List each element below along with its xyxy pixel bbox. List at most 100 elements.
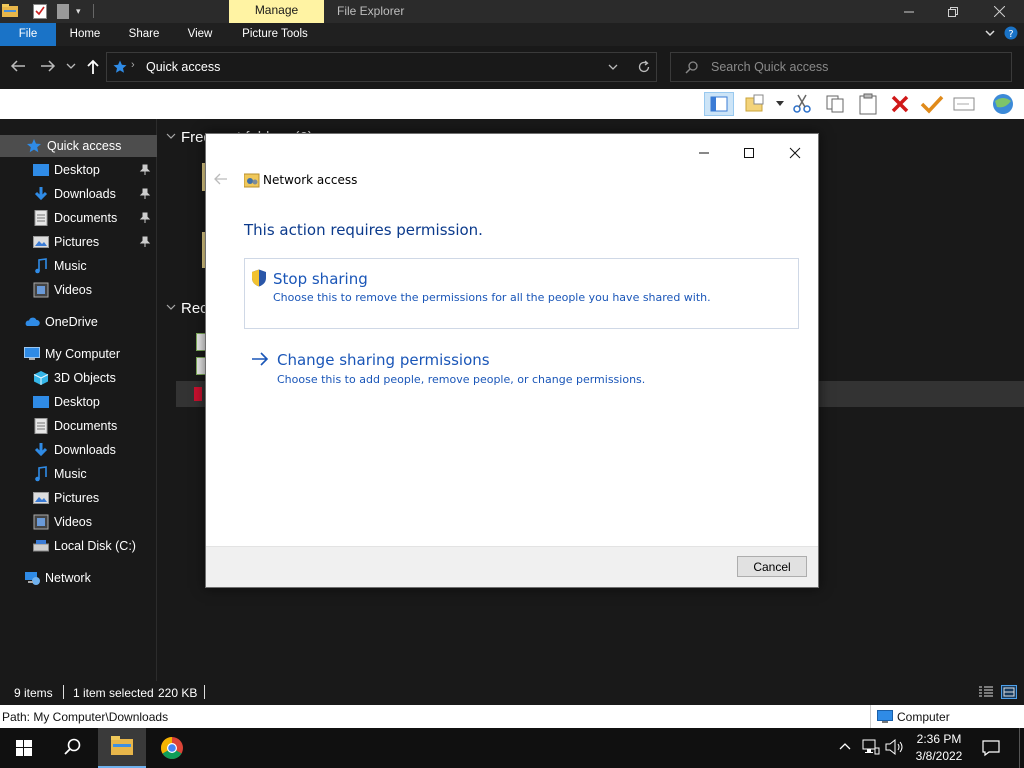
notification-icon[interactable]	[982, 739, 1000, 757]
copy-icon[interactable]	[825, 94, 845, 114]
delete-icon[interactable]	[890, 94, 910, 114]
nav-item-pictures-pc[interactable]: Pictures	[0, 487, 157, 509]
tab-share[interactable]: Share	[122, 23, 166, 46]
refresh-icon[interactable]	[637, 60, 651, 74]
separator	[204, 685, 205, 699]
search-taskbar-button[interactable]	[48, 728, 96, 768]
cube-icon	[33, 371, 49, 385]
download-icon	[34, 443, 48, 457]
new-folder-dropdown-icon[interactable]	[776, 101, 784, 107]
back-icon[interactable]	[10, 59, 26, 73]
minimize-button[interactable]	[886, 0, 932, 23]
properties-icon[interactable]	[33, 4, 47, 19]
nav-item-music[interactable]: Music	[0, 255, 157, 277]
chrome-taskbar-button[interactable]	[148, 728, 196, 768]
properties-globe-icon[interactable]	[991, 93, 1015, 115]
dialog-maximize-button[interactable]	[737, 143, 761, 163]
nav-item-downloads[interactable]: Downloads	[0, 183, 157, 205]
recent-files-heading[interactable]: Rec	[181, 300, 208, 317]
change-sharing-title[interactable]: Change sharing permissions	[277, 351, 490, 369]
new-folder-toolbar-icon[interactable]	[745, 94, 765, 114]
cancel-button[interactable]: Cancel	[737, 556, 807, 577]
zone-label: Computer	[897, 710, 950, 724]
taskbar: 2:36 PM 3/8/2022	[0, 728, 1024, 768]
dialog-back-icon[interactable]	[214, 173, 228, 185]
address-dropdown-icon[interactable]	[608, 63, 618, 71]
status-bar: 9 items 1 item selected 220 KB	[0, 681, 1024, 705]
computer-icon	[877, 710, 893, 724]
dialog-footer	[206, 546, 818, 587]
tab-home[interactable]: Home	[62, 23, 108, 46]
nav-item-onedrive[interactable]: OneDrive	[0, 311, 157, 333]
nav-item-downloads-pc[interactable]: Downloads	[0, 439, 157, 461]
minimize-icon	[699, 152, 709, 154]
nav-item-quick-access[interactable]: Quick access	[0, 135, 157, 157]
nav-item-my-computer[interactable]: My Computer	[0, 343, 157, 365]
arrow-right-icon	[251, 352, 269, 366]
up-icon[interactable]	[86, 59, 100, 75]
close-button[interactable]	[976, 0, 1022, 23]
nav-item-local-disk[interactable]: Local Disk (C:)	[0, 535, 157, 557]
check-icon[interactable]	[920, 94, 944, 114]
nav-item-network[interactable]: Network	[0, 567, 157, 589]
details-view-icon[interactable]	[979, 686, 993, 698]
search-icon	[64, 738, 81, 755]
dialog-minimize-button[interactable]	[692, 143, 716, 163]
stop-sharing-option[interactable]: Stop sharing Choose this to remove the p…	[244, 258, 799, 329]
quick-toolbar	[0, 89, 1024, 119]
show-hidden-icons-icon[interactable]	[838, 741, 852, 751]
tab-manage[interactable]: Manage	[229, 0, 324, 23]
change-sharing-option[interactable]: Change sharing permissions Choose this t…	[244, 344, 799, 392]
dialog-close-button[interactable]	[783, 143, 807, 163]
nav-item-pictures[interactable]: Pictures	[0, 231, 157, 253]
nav-item-documents[interactable]: Documents	[0, 207, 157, 229]
customize-qat-icon[interactable]: ▾	[76, 6, 81, 17]
search-icon	[685, 61, 698, 74]
start-button[interactable]	[0, 728, 48, 768]
videos-icon	[33, 514, 49, 530]
nav-item-documents-pc[interactable]: Documents	[0, 415, 157, 437]
nav-item-music-pc[interactable]: Music	[0, 463, 157, 485]
network-tray-icon[interactable]	[862, 739, 880, 755]
clock-date[interactable]: 3/8/2022	[914, 749, 964, 763]
address-bar[interactable]: › Quick access	[106, 52, 657, 82]
clock-time[interactable]: 2:36 PM	[916, 732, 962, 746]
quick-access-star-icon	[113, 60, 127, 74]
chevron-down-icon[interactable]	[166, 132, 176, 140]
nav-label: Videos	[54, 283, 92, 297]
cut-icon[interactable]	[792, 94, 812, 114]
help-icon[interactable]: ?	[1004, 26, 1018, 40]
window-title: File Explorer	[337, 4, 405, 18]
chevron-down-icon[interactable]	[166, 303, 176, 311]
nav-item-3d-objects[interactable]: 3D Objects	[0, 367, 157, 389]
tab-picture-tools[interactable]: Picture Tools	[236, 23, 314, 46]
volume-icon[interactable]	[885, 739, 905, 755]
stop-sharing-title[interactable]: Stop sharing	[273, 270, 368, 288]
large-icons-view-button[interactable]	[1001, 685, 1017, 699]
preview-pane-button[interactable]	[704, 92, 734, 116]
new-folder-icon[interactable]	[57, 4, 69, 19]
rename-icon[interactable]	[953, 96, 975, 112]
nav-label: Desktop	[54, 395, 100, 409]
tab-file[interactable]: File	[0, 23, 56, 46]
paste-icon[interactable]	[858, 93, 878, 115]
recent-locations-icon[interactable]	[66, 62, 76, 70]
separator	[870, 705, 871, 728]
nav-item-videos-pc[interactable]: Videos	[0, 511, 157, 533]
nav-label: Documents	[54, 419, 118, 433]
tab-view[interactable]: View	[180, 23, 220, 46]
expand-ribbon-icon[interactable]	[984, 27, 996, 39]
file-explorer-taskbar-button[interactable]	[98, 728, 146, 768]
show-desktop-button[interactable]	[1019, 728, 1020, 768]
address-path[interactable]: Quick access	[146, 60, 220, 74]
windows-icon	[16, 740, 32, 756]
nav-item-desktop-pc[interactable]: Desktop	[0, 391, 157, 413]
nav-item-desktop[interactable]: Desktop	[0, 159, 157, 181]
search-box[interactable]: Search Quick access	[670, 52, 1012, 82]
restore-icon	[948, 6, 958, 17]
change-sharing-desc: Choose this to add people, remove people…	[277, 373, 646, 386]
forward-icon[interactable]	[40, 59, 56, 73]
restore-button[interactable]	[930, 0, 976, 23]
nav-item-videos[interactable]: Videos	[0, 279, 157, 301]
document-icon	[34, 418, 48, 434]
